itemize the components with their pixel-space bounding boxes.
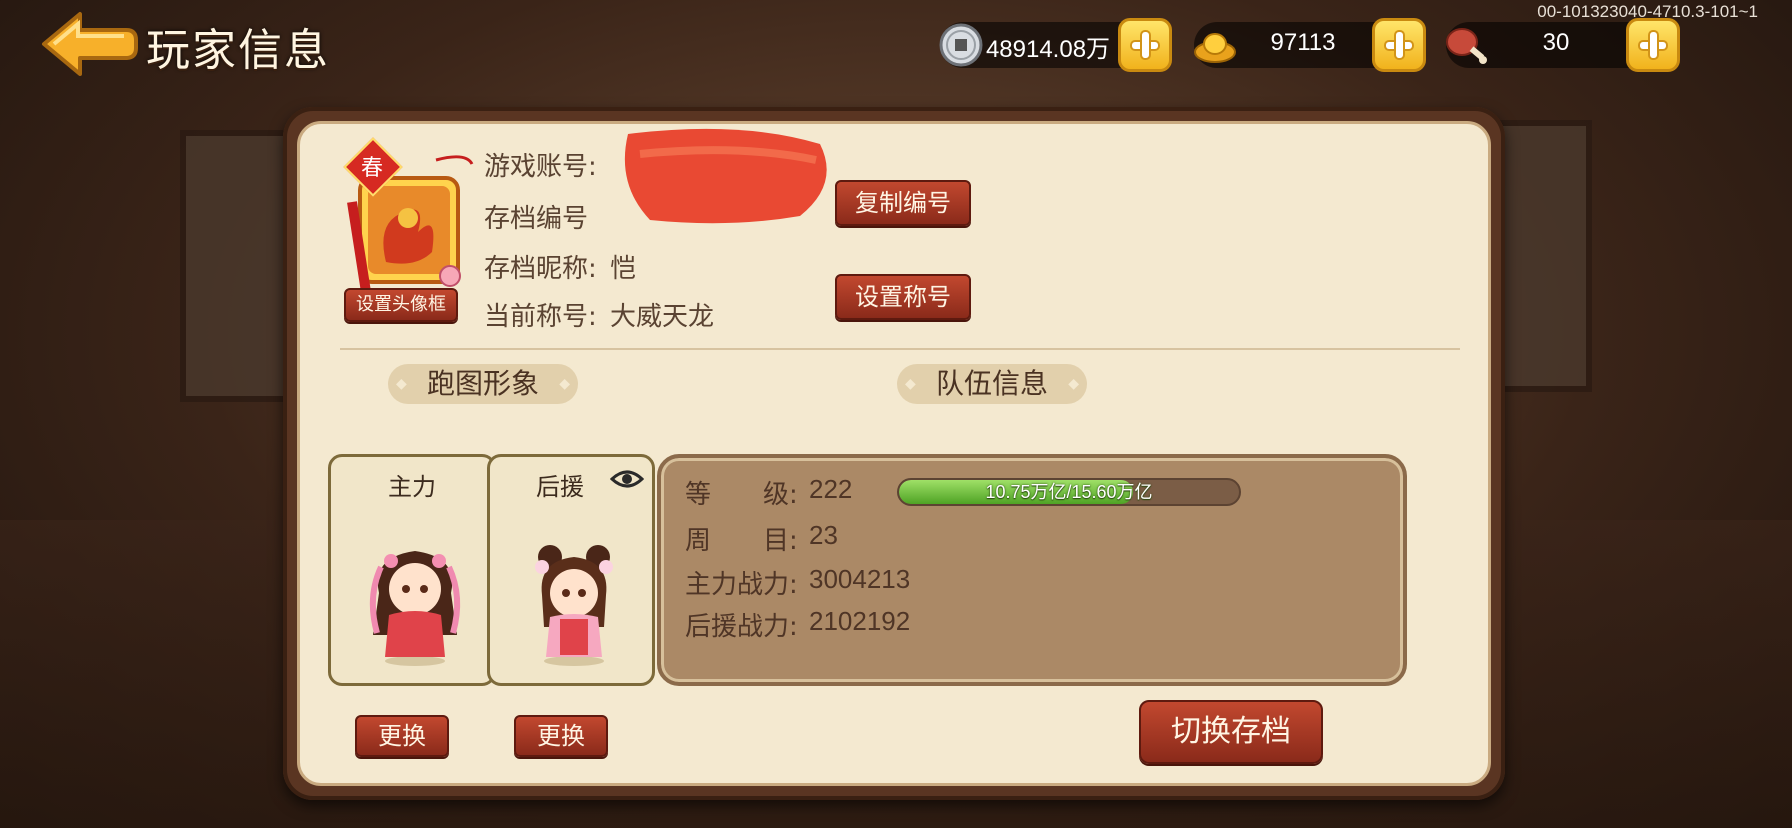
page-title: 玩家信息 <box>146 25 330 76</box>
account-label: 游戏账号: <box>484 152 597 182</box>
gold-value: 97113 <box>1270 29 1336 56</box>
support-power-value: 2102192 <box>809 606 911 636</box>
spring-badge-text: 春 <box>360 156 383 181</box>
main-character-sprite <box>361 537 469 667</box>
meat-drumstick-icon <box>1444 22 1490 68</box>
gold-ingot-icon <box>1192 22 1238 68</box>
copy-id-button[interactable]: 复制编号 <box>835 180 971 226</box>
add-stamina-button[interactable] <box>1626 18 1680 72</box>
xp-progress-bar: 10.75万亿/15.60万亿 <box>897 478 1241 506</box>
cycle-label: 周 目: <box>685 526 798 556</box>
nickname-value: 恺 <box>610 254 637 284</box>
appearance-section-label: 跑图形象 <box>388 364 578 404</box>
switch-save-button[interactable]: 切换存档 <box>1139 700 1323 764</box>
nickname-label: 存档昵称: <box>484 254 597 284</box>
title-label: 当前称号: <box>484 302 597 332</box>
silver-coin-icon <box>938 22 984 68</box>
level-label: 等 级: <box>685 480 798 510</box>
support-power-label: 后援战力: <box>685 612 798 642</box>
gold-resource: 97113 <box>1192 18 1426 72</box>
change-main-button[interactable]: 更换 <box>355 715 449 757</box>
player-info-panel: 春 设置头像框 游戏账号: 存档编号 存档昵称: 恺 当前称号: 大威天龙 复制… <box>283 107 1505 800</box>
change-support-button[interactable]: 更换 <box>514 715 608 757</box>
redaction-scribble <box>620 124 840 244</box>
silver-value: 48914.08万 <box>985 36 1111 63</box>
back-arrow-icon[interactable] <box>40 8 140 78</box>
set-avatar-frame-button[interactable]: 设置头像框 <box>344 288 458 322</box>
support-character-label: 后援 <box>536 473 584 501</box>
set-title-button[interactable]: 设置称号 <box>835 274 971 320</box>
main-power-value: 3004213 <box>809 564 911 594</box>
add-gold-button[interactable] <box>1372 18 1426 72</box>
main-character-label: 主力 <box>388 473 436 501</box>
level-value: 222 <box>809 474 853 504</box>
main-character-card[interactable]: 主力 <box>328 454 496 686</box>
main-power-label: 主力战力: <box>685 570 798 600</box>
eye-icon[interactable] <box>609 467 645 491</box>
stamina-value: 30 <box>1542 29 1570 56</box>
section-divider <box>340 348 1460 350</box>
xp-progress-text: 10.75万亿/15.60万亿 <box>985 482 1153 502</box>
silver-resource: 48914.08万 <box>938 18 1172 72</box>
cycle-value: 23 <box>809 520 838 550</box>
team-info-box: 等 级: 222 10.75万亿/15.60万亿 周 目: 23 主力战力: 3… <box>657 454 1407 686</box>
save-id-label: 存档编号 <box>484 204 589 234</box>
stamina-resource: 30 <box>1444 18 1680 72</box>
support-character-sprite <box>520 537 628 667</box>
title-value: 大威天龙 <box>610 302 715 332</box>
panel-content: 春 设置头像框 游戏账号: 存档编号 存档昵称: 恺 当前称号: 大威天龙 复制… <box>297 121 1491 786</box>
support-character-card[interactable]: 后援 <box>487 454 655 686</box>
team-section-label: 队伍信息 <box>897 364 1087 404</box>
add-silver-button[interactable] <box>1118 18 1172 72</box>
